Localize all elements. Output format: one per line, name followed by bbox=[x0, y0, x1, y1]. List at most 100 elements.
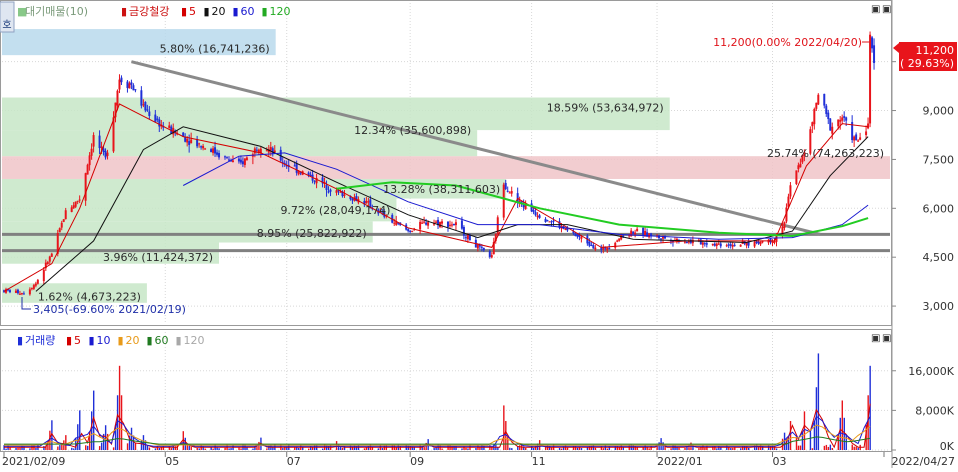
volume-bar bbox=[594, 447, 597, 450]
candle-body bbox=[546, 220, 549, 222]
legend-label: 5 bbox=[189, 5, 196, 18]
legend-marker: ▮ bbox=[233, 5, 239, 18]
candle-body bbox=[76, 200, 79, 202]
candle-body bbox=[90, 148, 93, 156]
volume-bar bbox=[461, 448, 463, 450]
volume-panel bbox=[0, 329, 892, 452]
legend-marker: ▮ bbox=[17, 334, 23, 347]
volume-bar bbox=[381, 448, 384, 450]
candle-body bbox=[100, 146, 103, 148]
volume-bar bbox=[43, 446, 45, 450]
volume-bar bbox=[79, 410, 81, 450]
candle-body bbox=[761, 241, 764, 243]
candle-body bbox=[867, 123, 870, 129]
volume-bar bbox=[302, 447, 304, 450]
volume-bar bbox=[811, 448, 814, 450]
volume-bar bbox=[19, 447, 21, 450]
volume-bar bbox=[134, 443, 137, 450]
legend-label: 거래량 bbox=[25, 334, 55, 347]
candle-body bbox=[188, 141, 191, 145]
volume-bar bbox=[212, 448, 214, 450]
candle-body bbox=[148, 111, 151, 117]
candle-body bbox=[482, 247, 485, 251]
candle-body bbox=[14, 290, 17, 293]
volume-bar bbox=[740, 448, 742, 450]
candle-body bbox=[241, 161, 244, 165]
candle-body bbox=[592, 245, 595, 249]
volume-bar bbox=[519, 445, 521, 450]
candle-body bbox=[490, 255, 493, 258]
candle-body bbox=[134, 89, 137, 91]
candle-body bbox=[502, 184, 505, 218]
price-tick-label: 6,000 bbox=[923, 202, 955, 215]
price-tick-label: 9,000 bbox=[923, 105, 955, 118]
volume-bar bbox=[853, 446, 855, 450]
candle-body bbox=[265, 150, 268, 152]
volume-bar bbox=[479, 447, 481, 450]
volume-bar bbox=[658, 442, 660, 450]
candle-body bbox=[88, 155, 91, 166]
candle-body bbox=[216, 152, 219, 155]
volume-bar bbox=[216, 447, 218, 450]
volume-bar bbox=[148, 447, 151, 450]
candle-body bbox=[701, 242, 704, 245]
candle-body bbox=[237, 158, 240, 162]
candle-body bbox=[212, 148, 215, 153]
candle-body bbox=[725, 245, 728, 247]
current-price-change: ( 29.63%) bbox=[900, 57, 954, 70]
candle-body bbox=[198, 143, 201, 145]
candle-body bbox=[409, 230, 412, 232]
volume-bar bbox=[467, 448, 469, 450]
candle-body bbox=[552, 220, 555, 222]
candle-body bbox=[351, 198, 354, 201]
candle-body bbox=[146, 109, 149, 111]
volume-bar bbox=[29, 448, 31, 450]
volume-bar bbox=[196, 447, 198, 450]
candle-body bbox=[393, 222, 396, 224]
volume-bar bbox=[266, 448, 268, 450]
volume-bar bbox=[377, 448, 380, 450]
volume-bar bbox=[734, 447, 736, 450]
candle-body bbox=[204, 148, 207, 150]
volume-bar bbox=[73, 448, 75, 450]
candle-body bbox=[588, 241, 591, 246]
candle-body bbox=[504, 182, 507, 190]
volume-bar bbox=[839, 417, 841, 450]
volume-bar bbox=[423, 446, 425, 450]
candle-body bbox=[325, 184, 328, 191]
candle-body bbox=[608, 247, 611, 249]
volume-profile-label: 25.74% (74,263,223) bbox=[767, 147, 884, 160]
volume-tick-label: 8,000K bbox=[915, 404, 954, 417]
candle-body bbox=[845, 117, 848, 121]
legend-marker: ▮ bbox=[204, 5, 210, 18]
candle-body bbox=[662, 236, 665, 239]
price-maximize-icon[interactable]: ▣ bbox=[882, 4, 891, 15]
volume-bar bbox=[845, 435, 847, 450]
candle-body bbox=[719, 243, 722, 247]
volume-bar bbox=[799, 445, 802, 450]
candle-body bbox=[60, 222, 63, 228]
candle-body bbox=[335, 190, 338, 193]
volume-restore-icon[interactable]: ▣ bbox=[871, 333, 880, 344]
candle-body bbox=[42, 269, 45, 282]
volume-bar bbox=[642, 447, 644, 450]
volume-bar bbox=[560, 448, 563, 450]
candle-body bbox=[427, 222, 430, 226]
candle-body bbox=[506, 190, 509, 192]
high-annotation: 11,200(0.00% 2022/04/20) bbox=[713, 36, 862, 49]
volume-bar bbox=[602, 448, 605, 450]
candle-body bbox=[245, 157, 248, 161]
volume-bar bbox=[678, 447, 680, 450]
price-restore-icon[interactable]: ▣ bbox=[871, 4, 880, 15]
volume-bar bbox=[85, 445, 87, 450]
volume-bar bbox=[580, 448, 583, 450]
volume-bar bbox=[586, 447, 589, 450]
candle-body bbox=[660, 238, 663, 240]
candle-body bbox=[797, 165, 800, 170]
candle-body bbox=[715, 243, 718, 246]
candle-body bbox=[295, 163, 298, 173]
candle-body bbox=[614, 242, 617, 248]
volume-maximize-icon[interactable]: ▣ bbox=[882, 333, 891, 344]
candle-body bbox=[574, 233, 577, 236]
candle-body bbox=[98, 135, 101, 149]
